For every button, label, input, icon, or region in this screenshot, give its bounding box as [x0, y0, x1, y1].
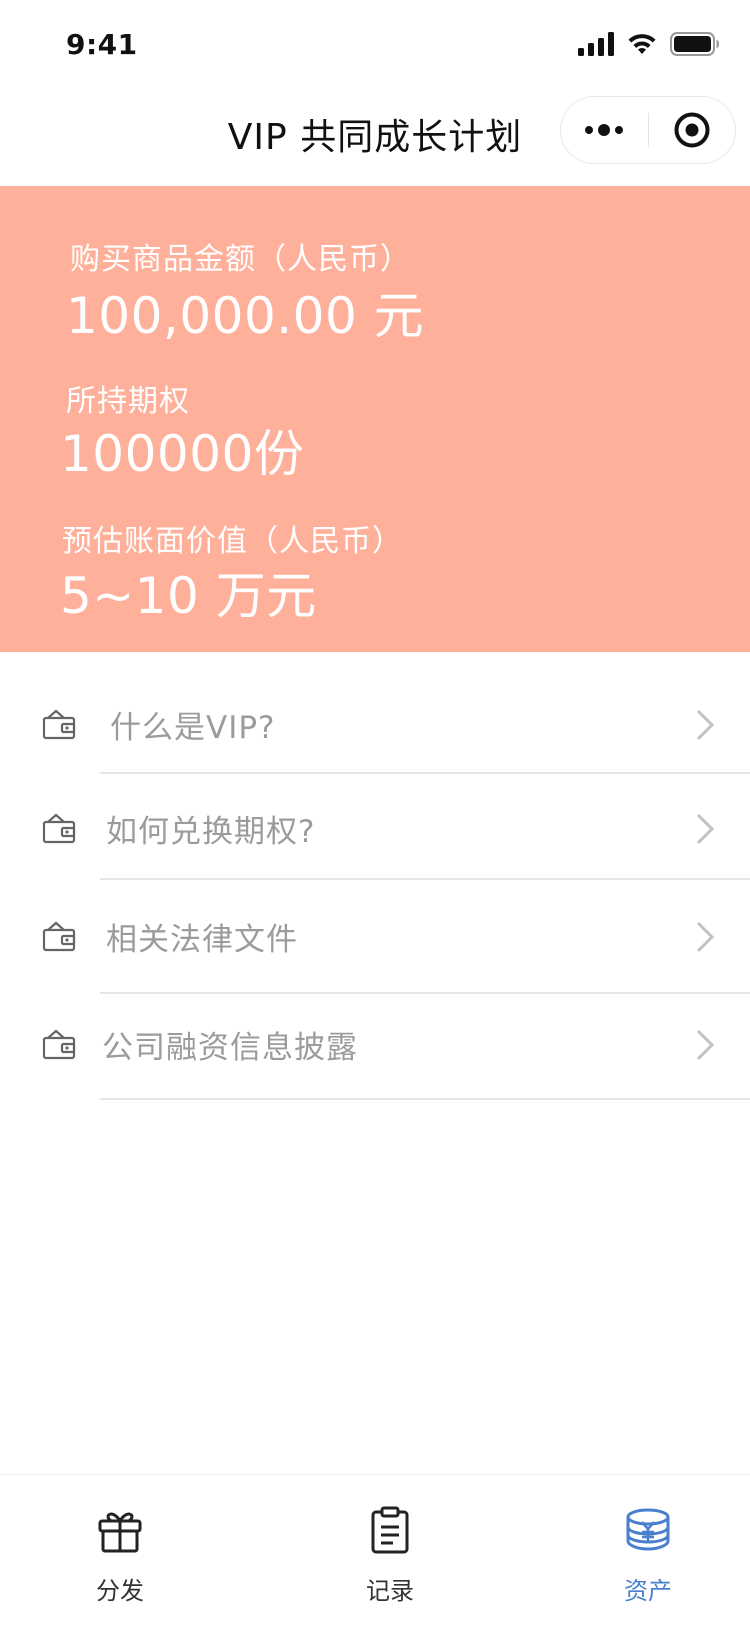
- chevron-right-icon: [696, 921, 715, 953]
- tab-label: 资产: [624, 1577, 672, 1605]
- status-time: 9:41: [66, 28, 138, 61]
- purchase-amount-label: 购买商品金额（人民币）: [70, 242, 411, 277]
- menu-item-how-to-redeem[interactable]: 如何兑换期权?: [0, 776, 750, 882]
- navigation-bar: VIP 共同成长计划: [0, 90, 750, 186]
- more-button[interactable]: [561, 97, 648, 163]
- gift-icon: [98, 1512, 142, 1553]
- menu-item-financing-disclosure[interactable]: 公司融资信息披露: [0, 992, 750, 1098]
- more-dots-icon: [585, 124, 624, 136]
- tab-records[interactable]: 记录: [310, 1475, 470, 1625]
- close-program-button[interactable]: [649, 97, 736, 163]
- menu-item-label: 相关法律文件: [106, 922, 298, 958]
- signal-icon: [578, 32, 614, 56]
- menu-item-legal-documents[interactable]: 相关法律文件: [0, 884, 750, 990]
- coin-stack-icon: [626, 1508, 670, 1551]
- estimated-value-label: 预估账面价值（人民币）: [62, 524, 403, 559]
- menu-item-label: 公司融资信息披露: [102, 1030, 358, 1066]
- clipboard-icon: [371, 1506, 409, 1554]
- chevron-right-icon: [696, 1029, 715, 1061]
- asset-summary-card: 购买商品金额（人民币） 100,000.00 元 所持期权 100000份 预估…: [0, 186, 750, 652]
- tab-label: 分发: [96, 1577, 144, 1605]
- chevron-right-icon: [696, 709, 715, 741]
- chevron-right-icon: [696, 813, 715, 845]
- wallet-icon: [42, 709, 76, 740]
- menu-divider: [100, 878, 750, 880]
- tab-bar: 分发 记录 资产: [0, 1474, 750, 1625]
- wallet-icon: [42, 813, 76, 844]
- menu-divider: [100, 772, 750, 774]
- status-bar: 9:41: [0, 0, 750, 90]
- tab-assets[interactable]: 资产: [568, 1475, 728, 1625]
- status-icons: [578, 32, 720, 56]
- menu-divider: [100, 1098, 750, 1100]
- menu-item-label: 如何兑换期权?: [106, 814, 316, 850]
- wallet-icon: [42, 1029, 76, 1060]
- battery-icon: [670, 32, 719, 56]
- menu-item-what-is-vip[interactable]: 什么是VIP?: [0, 672, 750, 778]
- purchase-amount-value: 100,000.00 元: [66, 287, 425, 345]
- tab-distribute[interactable]: 分发: [40, 1475, 200, 1625]
- menu-item-label: 什么是VIP?: [110, 710, 276, 746]
- wifi-icon: [628, 34, 656, 54]
- mini-program-capsule: [560, 96, 736, 164]
- wallet-icon: [42, 921, 76, 952]
- estimated-value-amount: 5~10 万元: [60, 567, 317, 625]
- target-circle-icon: [674, 112, 710, 148]
- tab-label: 记录: [366, 1577, 414, 1605]
- options-held-value: 100000份: [60, 425, 305, 483]
